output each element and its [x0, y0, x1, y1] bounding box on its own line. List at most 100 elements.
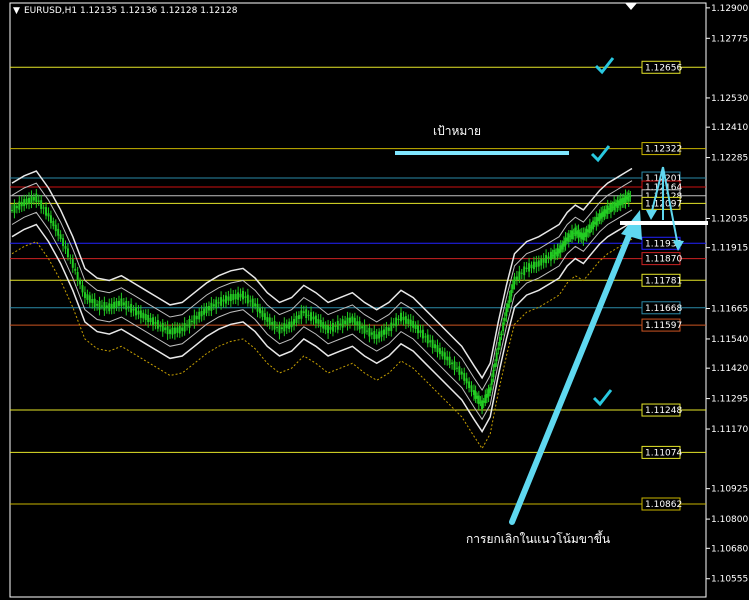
candle-body	[288, 321, 291, 329]
candle-body	[365, 330, 368, 332]
candle-body	[505, 308, 508, 317]
candle-body	[290, 321, 293, 328]
candle-body	[47, 213, 50, 217]
candle-body	[542, 258, 545, 263]
candle-body	[237, 292, 240, 300]
candle-body	[508, 296, 511, 303]
y-tick-label: 1.12775	[711, 34, 748, 44]
candle-body	[363, 324, 366, 334]
candle-body	[348, 317, 351, 324]
candle-body	[54, 224, 57, 232]
candle-body	[383, 329, 385, 335]
candle-body	[254, 303, 257, 307]
candle-body	[523, 266, 526, 276]
candle-body	[520, 272, 523, 274]
candle-body	[339, 323, 342, 326]
price-tag-label: 1.11074	[645, 448, 682, 458]
candle-body	[154, 321, 157, 324]
candle-body	[528, 263, 531, 272]
candle-body	[280, 327, 283, 330]
candle-body	[40, 200, 43, 209]
candle-body	[453, 361, 456, 371]
y-tick-label: 1.12035	[711, 214, 748, 224]
candle-body	[110, 303, 113, 309]
candle-body	[173, 327, 176, 334]
target-marker-bar	[395, 151, 569, 155]
candle-body	[356, 321, 359, 326]
resistance-marker-bar	[620, 221, 708, 225]
candle-body	[64, 246, 67, 249]
candle-body	[59, 234, 62, 240]
y-tick-label: 1.11295	[711, 395, 748, 405]
check-icon	[592, 389, 613, 407]
candle-body	[215, 299, 218, 309]
bollinger-upper-line	[11, 167, 633, 380]
candle-body	[567, 233, 570, 242]
candle-body	[195, 315, 198, 320]
candle-body	[147, 314, 150, 323]
candle-body	[32, 196, 35, 201]
candle-body	[492, 369, 495, 378]
candle-body	[380, 330, 383, 337]
candle-body	[341, 319, 344, 328]
candle-body	[547, 256, 550, 259]
candle-body	[69, 257, 72, 259]
candle-body	[49, 215, 52, 224]
candle-body	[429, 340, 432, 343]
candle-body	[300, 310, 303, 319]
candle-body	[373, 331, 376, 340]
candle-body	[171, 327, 174, 335]
price-levels	[10, 66, 706, 505]
candle-body	[149, 317, 152, 323]
candle-body	[156, 319, 159, 329]
candle-body	[113, 302, 116, 309]
candle-body	[400, 312, 403, 322]
candle-body	[105, 305, 108, 309]
chevron-down-icon[interactable]	[625, 3, 637, 10]
candle-body	[259, 308, 261, 314]
candle-body	[358, 321, 361, 330]
candle-body	[443, 352, 446, 360]
candle-body	[448, 356, 451, 366]
chevron-down-icon[interactable]: ▼	[13, 6, 20, 16]
candle-body	[419, 330, 422, 333]
candle-body	[152, 317, 155, 326]
y-tick-label: 1.10800	[711, 515, 748, 525]
candle-body	[205, 306, 208, 314]
candle-body	[251, 298, 254, 308]
candle-body	[45, 207, 48, 216]
candle-body	[495, 352, 498, 362]
candle-body	[426, 334, 429, 344]
candle-body	[497, 347, 500, 350]
candle-body	[489, 387, 492, 393]
candle-body	[122, 302, 125, 306]
candle-body	[310, 312, 313, 321]
candle-body	[20, 201, 23, 207]
symbol-header: EURUSD,H1 1.12135 1.12136 1.12128 1.1212…	[24, 6, 238, 16]
candle-body	[137, 310, 140, 315]
candle-body	[166, 326, 169, 335]
candle-body	[144, 314, 147, 321]
candle-body	[324, 324, 327, 330]
candle-body	[28, 197, 31, 204]
candle-body	[545, 255, 548, 264]
candle-body	[164, 327, 167, 330]
y-tick-label: 1.10680	[711, 544, 748, 554]
candle-body	[331, 322, 334, 332]
candle-body	[378, 331, 381, 339]
candle-body	[404, 316, 407, 324]
candle-body	[71, 259, 74, 268]
candle-body	[108, 303, 111, 312]
candle-body	[103, 302, 106, 311]
candle-body	[535, 261, 538, 268]
candle-body	[530, 264, 533, 269]
candle-body	[334, 325, 337, 327]
y-tick-label: 1.10555	[711, 575, 748, 585]
candle-body	[507, 303, 509, 309]
candle-body	[62, 238, 65, 247]
candle-body	[83, 292, 86, 299]
candle-body	[52, 220, 55, 227]
candle-body	[344, 320, 347, 325]
price-axis: 1.12900 1.12775 1.12530 1.12410 1.12285 1.120…	[706, 4, 748, 585]
candle-body	[407, 318, 410, 325]
